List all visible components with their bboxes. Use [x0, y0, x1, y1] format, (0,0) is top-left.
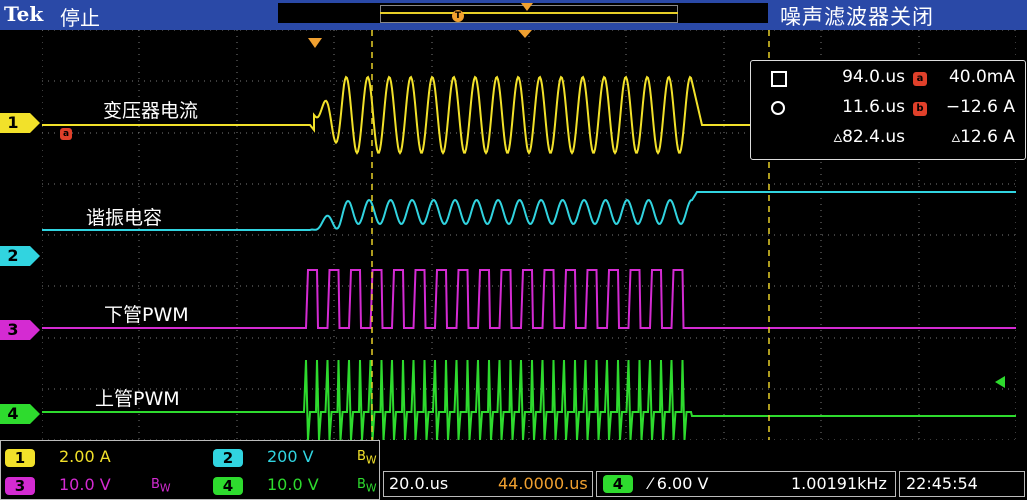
cursor-a-tag: a	[913, 72, 927, 86]
readout-row-1: 94.0.us a 40.0mA	[751, 67, 1025, 93]
ch2-marker[interactable]: 2	[0, 246, 40, 266]
record-position-marker-icon[interactable]	[521, 3, 533, 11]
ch3-tag[interactable]: 3	[5, 477, 35, 495]
readout-row-delta: ▵82.4.us ▵12.6 A	[833, 127, 1015, 147]
math-a-marker: a	[60, 128, 72, 140]
trigger-settings[interactable]: 4 ⁄ 6.00 V 1.00191kHz	[596, 471, 896, 497]
cursor-circle-icon	[771, 101, 785, 115]
horizontal-settings[interactable]: 20.0.us 44.0000.us	[383, 471, 593, 497]
brand-logo: Tek	[4, 2, 44, 26]
trigger-level[interactable]: ⁄ 6.00 V	[649, 474, 708, 493]
cursor-b-tag: b	[913, 102, 927, 116]
horizontal-position[interactable]: 44.0000.us	[498, 474, 588, 493]
label-ch3: 下管PWM	[104, 304, 189, 326]
ch1-marker[interactable]: 1	[0, 113, 40, 133]
ch2-scale[interactable]: 200 V	[267, 447, 314, 466]
noise-filter-status: 噪声滤波器关闭	[780, 5, 934, 29]
ch3-bw-label: BW	[151, 477, 171, 495]
record-trace	[380, 12, 678, 14]
ch4-tag[interactable]: 4	[213, 477, 243, 495]
ch3-scale[interactable]: 10.0 V	[59, 475, 111, 494]
record-trigger-icon: T	[452, 10, 464, 22]
clock-time: 22:45:54	[906, 474, 978, 493]
label-ch2: 谐振电容	[86, 207, 163, 229]
timebase[interactable]: 20.0.us	[389, 474, 448, 493]
channel-settings-panel[interactable]: 1 2.00 A 2 200 V BW 3 10.0 V BW 4 10.0 V…	[0, 440, 380, 500]
label-ch4: 上管PWM	[95, 388, 180, 410]
ch4-bw-label: BW	[357, 477, 377, 495]
ch1-scale[interactable]: 2.00 A	[59, 447, 111, 466]
ch2-tag[interactable]: 2	[213, 449, 243, 467]
ch4-scale[interactable]: 10.0 V	[267, 475, 319, 494]
cursor-readout[interactable]: 94.0.us a 40.0mA 11.6.us b −12.6 A ▵82.4…	[750, 60, 1026, 160]
expansion-point-icon	[518, 30, 532, 38]
status-bar: Tek 停止 T 噪声滤波器关闭	[0, 0, 1027, 30]
clock-box: 22:45:54	[899, 471, 1025, 497]
trigger-frequency: 1.00191kHz	[791, 474, 887, 493]
trigger-source-tag[interactable]: 4	[603, 475, 633, 493]
acquisition-state: 停止	[60, 6, 100, 30]
trigger-position-icon[interactable]	[308, 38, 322, 48]
ch3-marker[interactable]: 3	[0, 320, 40, 340]
label-ch1: 变压器电流	[103, 100, 199, 122]
readout-row-2: 11.6.us b −12.6 A	[751, 97, 1025, 123]
ch2-bw-label: BW	[357, 449, 377, 467]
ch4-marker[interactable]: 4	[0, 404, 40, 424]
trigger-level-icon[interactable]	[995, 376, 1005, 388]
cursor-square-icon	[771, 71, 787, 87]
ch1-tag[interactable]: 1	[5, 449, 35, 467]
